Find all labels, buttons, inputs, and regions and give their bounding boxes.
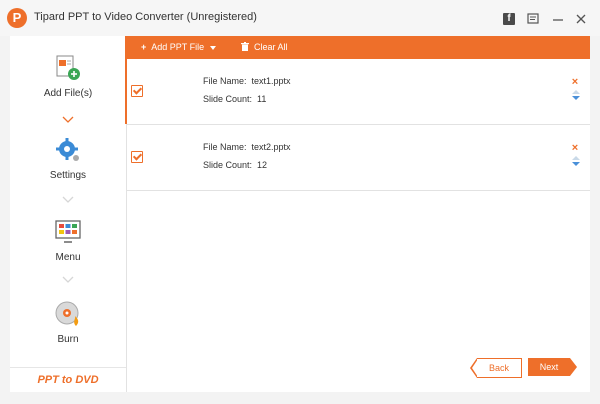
title-bar: P Tipard PPT to Video Converter (Unregis…	[0, 0, 600, 36]
app-logo-icon: P	[7, 8, 27, 28]
move-down-icon[interactable]	[572, 96, 580, 100]
facebook-icon[interactable]: f	[503, 13, 515, 25]
slide-count-value: 11	[257, 94, 267, 104]
plus-icon: +	[141, 42, 147, 52]
file-checkbox[interactable]	[131, 85, 143, 97]
step-add-files[interactable]: Add File(s)	[10, 54, 126, 99]
file-list-panel: + Add PPT File Clear All File Name: text1.…	[127, 36, 590, 392]
menu-screen-icon	[54, 218, 82, 246]
step-burn[interactable]: Burn	[10, 300, 126, 345]
file-name: File Name: text1.pptx	[203, 76, 291, 86]
file-row: File Name: text2.pptx Slide Count: 12 ×	[127, 125, 590, 191]
feedback-icon[interactable]	[527, 13, 539, 25]
step-label-add-files: Add File(s)	[43, 88, 93, 99]
step-label-burn: Burn	[57, 334, 79, 345]
file-row: File Name: text1.pptx Slide Count: 11 ×	[127, 59, 590, 125]
file-checkbox[interactable]	[131, 151, 143, 163]
move-up-icon[interactable]	[572, 156, 580, 160]
chevron-down-icon	[62, 276, 74, 283]
step-menu[interactable]: Menu	[10, 218, 126, 263]
add-file-icon	[54, 54, 82, 82]
caret-down-icon	[210, 45, 217, 50]
file-name-value: text1.pptx	[251, 76, 291, 86]
gear-icon	[54, 136, 82, 164]
app-logo-letter: P	[12, 10, 22, 25]
clear-all-label: Clear All	[254, 42, 288, 52]
clear-all-button[interactable]: Clear All	[241, 36, 288, 59]
back-button[interactable]: Back	[470, 358, 522, 378]
slide-count-label: Slide Count:	[203, 94, 253, 104]
minimize-icon[interactable]	[552, 13, 564, 25]
move-up-icon[interactable]	[572, 90, 580, 94]
brand-footer: PPT to DVD	[10, 367, 126, 392]
file-name-value: text2.pptx	[251, 142, 291, 152]
slide-count-label: Slide Count:	[203, 160, 253, 170]
file-name: File Name: text2.pptx	[203, 142, 291, 152]
slide-count: Slide Count: 12	[203, 160, 267, 170]
remove-file-icon[interactable]: ×	[570, 143, 580, 154]
step-settings[interactable]: Settings	[10, 136, 126, 181]
close-icon[interactable]	[575, 13, 587, 25]
disc-burn-icon	[54, 300, 82, 328]
toolbar: + Add PPT File Clear All	[127, 36, 590, 59]
slide-count-value: 12	[257, 160, 268, 170]
step-sidebar: Add File(s) Settings Menu Burn PPT to DV…	[10, 36, 133, 392]
app-window: P Tipard PPT to Video Converter (Unregis…	[0, 0, 600, 404]
window-title: Tipard PPT to Video Converter (Unregiste…	[34, 11, 257, 23]
add-ppt-file-label: Add PPT File	[151, 42, 205, 52]
next-button[interactable]: Next	[528, 358, 577, 376]
chevron-down-icon	[62, 116, 74, 123]
file-name-label: File Name:	[203, 76, 247, 86]
chevron-down-icon	[62, 196, 74, 203]
step-label-settings: Settings	[49, 170, 87, 181]
trash-icon	[241, 42, 249, 51]
add-ppt-file-button[interactable]: + Add PPT File	[141, 36, 217, 59]
move-down-icon[interactable]	[572, 162, 580, 166]
remove-file-icon[interactable]: ×	[570, 77, 580, 88]
step-label-menu: Menu	[55, 252, 81, 263]
file-name-label: File Name:	[203, 142, 247, 152]
slide-count: Slide Count: 11	[203, 94, 266, 104]
